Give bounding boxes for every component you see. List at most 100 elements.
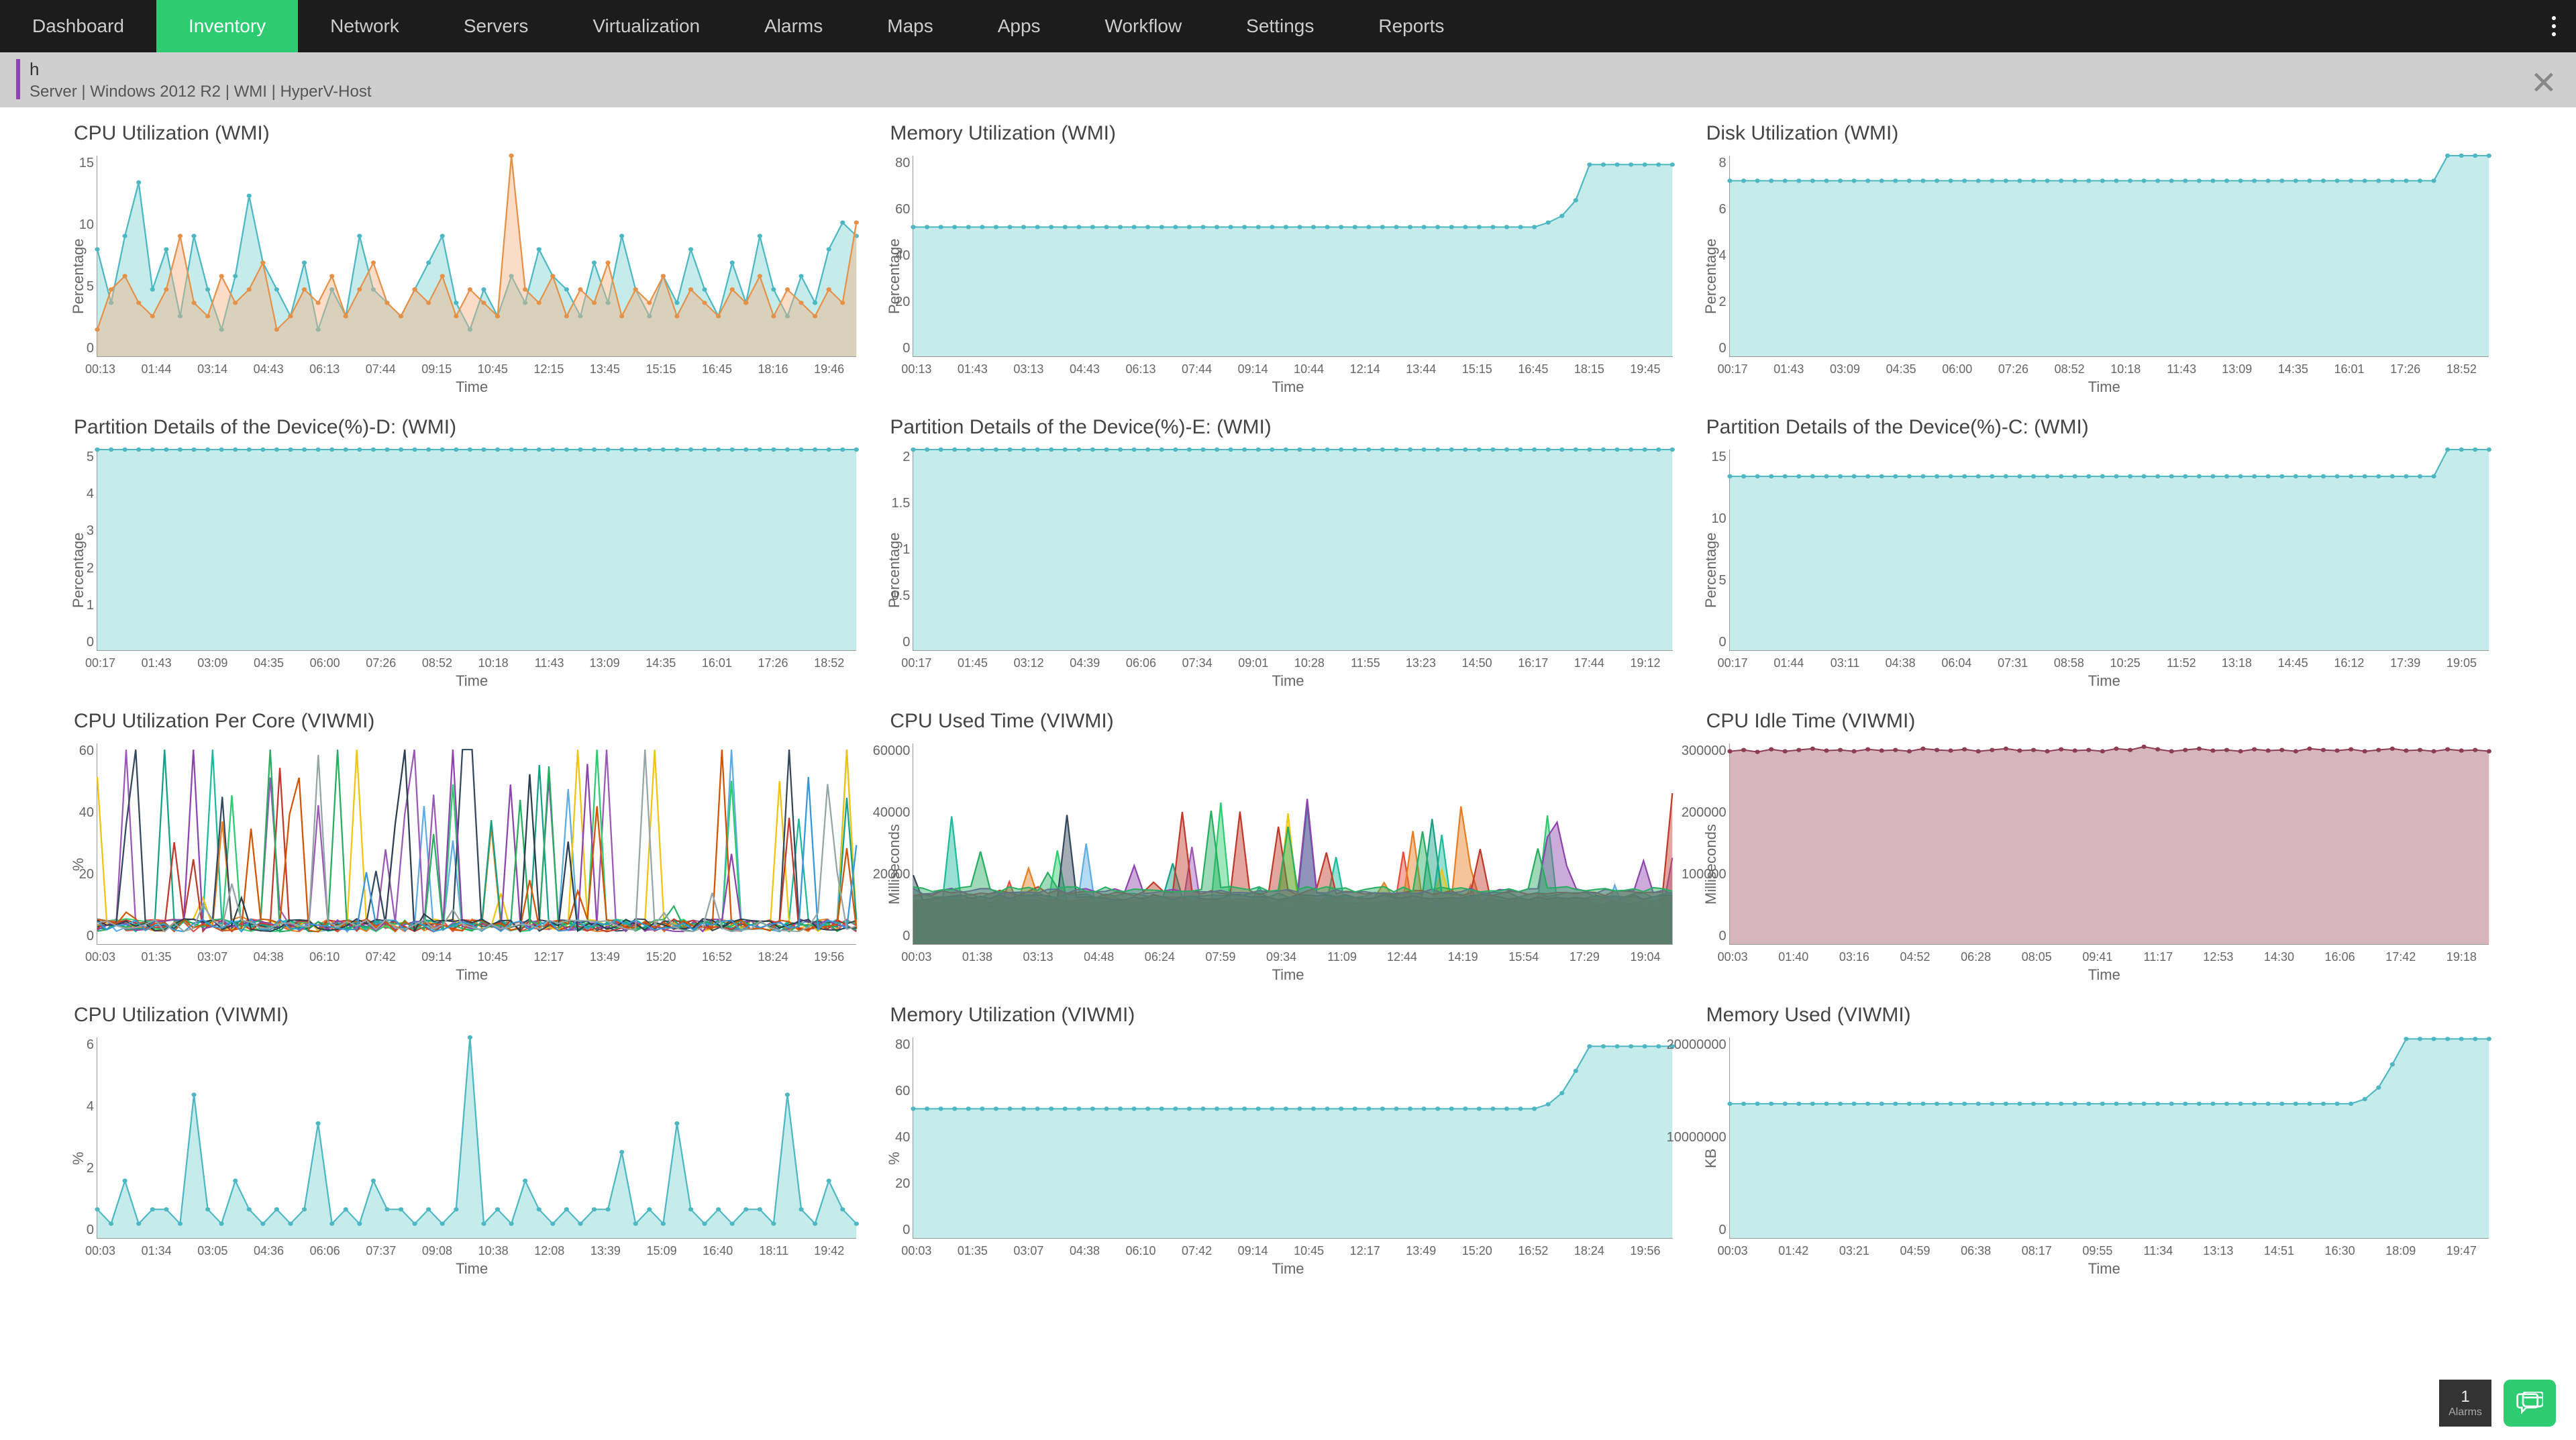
x-axis-label: Time bbox=[456, 672, 488, 690]
chart-svg bbox=[97, 1037, 856, 1238]
x-axis-label: Time bbox=[456, 1260, 488, 1278]
chart-box[interactable]: %80604020000:0301:3503:0704:3806:1007:42… bbox=[883, 1031, 1692, 1286]
nav-network[interactable]: Network bbox=[298, 0, 431, 52]
y-ticks: 21.510.50 bbox=[873, 450, 910, 650]
plot-area: 21.510.5000:1701:4503:1204:3906:0607:340… bbox=[913, 450, 1672, 651]
nav-workflow[interactable]: Workflow bbox=[1073, 0, 1215, 52]
chart-svg bbox=[1730, 743, 2489, 944]
chart-svg bbox=[97, 450, 856, 650]
y-ticks: 543210 bbox=[57, 450, 94, 650]
plot-area: 2000000010000000000:0301:4203:2104:5906:… bbox=[1729, 1037, 2489, 1239]
host-name: h bbox=[30, 59, 372, 80]
plot-area: 300000200000100000000:0301:4003:1604:520… bbox=[1729, 743, 2489, 945]
plot-area: 15105000:1301:4403:1404:4306:1307:4409:1… bbox=[97, 156, 856, 357]
chart-box[interactable]: KB2000000010000000000:0301:4203:2104:590… bbox=[1700, 1031, 2509, 1286]
y-ticks: 151050 bbox=[57, 156, 94, 356]
chart-box[interactable]: Percentage80604020000:1301:4303:1304:430… bbox=[883, 149, 1692, 404]
x-ticks: 00:1701:4303:0904:3506:0007:2608:5210:18… bbox=[97, 656, 856, 670]
chart-box[interactable]: Milliseconds600004000020000000:0301:3803… bbox=[883, 737, 1692, 992]
panel-cpu_vi: CPU Utilization (VIWMI) %642000:0301:3403… bbox=[67, 998, 876, 1286]
chart-svg bbox=[97, 156, 856, 356]
top-nav: DashboardInventoryNetworkServersVirtuali… bbox=[0, 0, 2576, 52]
panel-title: Partition Details of the Device(%)-D: (W… bbox=[74, 416, 876, 439]
nav-apps[interactable]: Apps bbox=[966, 0, 1073, 52]
y-ticks: 6420 bbox=[57, 1037, 94, 1238]
panel-cpu_used: CPU Used Time (VIWMI) Milliseconds6000040… bbox=[883, 705, 1692, 992]
x-ticks: 00:1701:4503:1204:3906:0607:3409:0110:28… bbox=[913, 656, 1672, 670]
y-ticks: 806040200 bbox=[873, 156, 910, 356]
chat-button[interactable] bbox=[2504, 1380, 2556, 1427]
chat-icon bbox=[2516, 1392, 2543, 1415]
panel-title: CPU Idle Time (VIWMI) bbox=[1706, 710, 2509, 733]
plot-area: 54321000:1701:4303:0904:3506:0007:2608:5… bbox=[97, 450, 856, 651]
chart-svg bbox=[1730, 1037, 2489, 1238]
x-axis-label: Time bbox=[1272, 672, 1304, 690]
chart-box[interactable]: Percentage15105000:1701:4403:1104:3806:0… bbox=[1700, 443, 2509, 698]
chart-box[interactable]: %604020000:0301:3503:0704:3806:1007:4209… bbox=[67, 737, 876, 992]
y-ticks: 86420 bbox=[1690, 156, 1727, 356]
x-axis-label: Time bbox=[1272, 378, 1304, 396]
chart-svg bbox=[913, 156, 1672, 356]
panel-title: CPU Utilization (WMI) bbox=[74, 122, 876, 145]
x-axis-label: Time bbox=[2088, 378, 2120, 396]
x-ticks: 00:0301:4203:2104:5906:3808:1709:5511:34… bbox=[1730, 1244, 2489, 1258]
y-ticks: 20000000100000000 bbox=[1690, 1037, 1727, 1238]
alarms-count: 1 bbox=[2461, 1388, 2469, 1406]
chart-box[interactable]: Milliseconds300000200000100000000:0301:4… bbox=[1700, 737, 2509, 992]
x-ticks: 00:1701:4403:1104:3806:0407:3108:5810:25… bbox=[1730, 656, 2489, 670]
x-axis-label: Time bbox=[1272, 966, 1304, 984]
panel-title: CPU Utilization (VIWMI) bbox=[74, 1004, 876, 1027]
nav-reports[interactable]: Reports bbox=[1346, 0, 1476, 52]
kebab-menu-icon[interactable] bbox=[2532, 16, 2576, 36]
panel-disk_wmi: Disk Utilization (WMI) Percentage8642000:… bbox=[1700, 117, 2509, 404]
nav-settings[interactable]: Settings bbox=[1214, 0, 1346, 52]
accent-bar bbox=[16, 59, 20, 99]
y-ticks: 806040200 bbox=[873, 1037, 910, 1238]
y-ticks: 6040200 bbox=[57, 743, 94, 944]
nav-dashboard[interactable]: Dashboard bbox=[0, 0, 156, 52]
panel-cpu_core: CPU Utilization Per Core (VIWMI)%6040200… bbox=[67, 705, 876, 992]
panel-title: Disk Utilization (WMI) bbox=[1706, 122, 2509, 145]
nav-virtualization[interactable]: Virtualization bbox=[560, 0, 732, 52]
plot-area: 642000:0301:3403:0504:3606:0607:3709:081… bbox=[97, 1037, 856, 1239]
breadcrumb-bar: h Server | Windows 2012 R2 | WMI | Hyper… bbox=[0, 52, 2576, 107]
nav-servers[interactable]: Servers bbox=[431, 0, 560, 52]
panel-mem_used: Memory Used (VIWMI) KB2000000010000000000… bbox=[1700, 998, 2509, 1286]
plot-area: 604020000:0301:3503:0704:3806:1007:4209:… bbox=[97, 743, 856, 945]
panel-cpu_wmi: CPU Utilization (WMI) Percentage15105000:… bbox=[67, 117, 876, 404]
x-ticks: 00:0301:3503:0704:3806:1007:4209:1410:45… bbox=[913, 1244, 1672, 1258]
footer-widgets: 1 Alarms bbox=[2439, 1380, 2556, 1427]
x-axis-label: Time bbox=[456, 378, 488, 396]
chart-svg bbox=[913, 1037, 1672, 1238]
panel-mem_vi: Memory Utilization (VIWMI) %80604020000:0… bbox=[883, 998, 1692, 1286]
y-ticks: 6000040000200000 bbox=[873, 743, 910, 944]
x-ticks: 00:0301:3503:0704:3806:1007:4209:1410:45… bbox=[97, 950, 856, 964]
plot-area: 80604020000:1301:4303:1304:4306:1307:440… bbox=[913, 156, 1672, 357]
chart-box[interactable]: %642000:0301:3403:0504:3606:0607:3709:08… bbox=[67, 1031, 876, 1286]
panel-title: Memory Used (VIWMI) bbox=[1706, 1004, 2509, 1027]
plot-area: 8642000:1701:4303:0904:3506:0007:2608:52… bbox=[1729, 156, 2489, 357]
nav-alarms[interactable]: Alarms bbox=[732, 0, 855, 52]
nav-inventory[interactable]: Inventory bbox=[156, 0, 298, 52]
panel-mem_wmi: Memory Utilization (WMI) Percentage806040… bbox=[883, 117, 1692, 404]
alarms-label: Alarms bbox=[2449, 1406, 2482, 1419]
nav-maps[interactable]: Maps bbox=[855, 0, 965, 52]
panel-part_e: Partition Details of the Device(%)-E: (W… bbox=[883, 411, 1692, 698]
panel-title: CPU Used Time (VIWMI) bbox=[890, 710, 1692, 733]
chart-box[interactable]: Percentage54321000:1701:4303:0904:3506:0… bbox=[67, 443, 876, 698]
panel-part_c: Partition Details of the Device(%)-C: (W… bbox=[1700, 411, 2509, 698]
plot-area: 15105000:1701:4403:1104:3806:0407:3108:5… bbox=[1729, 450, 2489, 651]
x-axis-label: Time bbox=[1272, 1260, 1304, 1278]
x-axis-label: Time bbox=[2088, 1260, 2120, 1278]
panel-title: Memory Utilization (WMI) bbox=[890, 122, 1692, 145]
panel-title: Memory Utilization (VIWMI) bbox=[890, 1004, 1692, 1027]
chart-box[interactable]: Percentage15105000:1301:4403:1404:4306:1… bbox=[67, 149, 876, 404]
close-icon[interactable]: ✕ bbox=[2530, 64, 2557, 102]
chart-box[interactable]: Percentage8642000:1701:4303:0904:3506:00… bbox=[1700, 149, 2509, 404]
x-ticks: 00:1701:4303:0904:3506:0007:2608:5210:18… bbox=[1730, 362, 2489, 376]
chart-box[interactable]: Percentage21.510.5000:1701:4503:1204:390… bbox=[883, 443, 1692, 698]
plot-area: 600004000020000000:0301:3803:1304:4806:2… bbox=[913, 743, 1672, 945]
y-ticks: 151050 bbox=[1690, 450, 1727, 650]
chart-svg bbox=[97, 743, 856, 944]
alarms-badge[interactable]: 1 Alarms bbox=[2439, 1380, 2491, 1427]
